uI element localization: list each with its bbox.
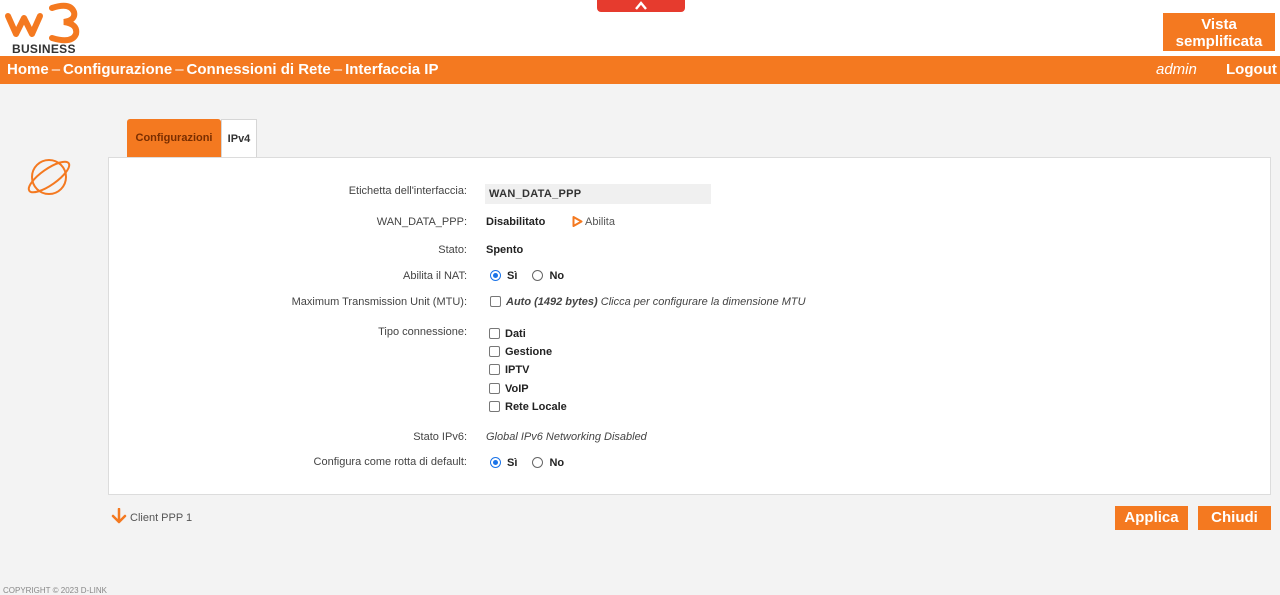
- state-label: Stato:: [438, 244, 467, 256]
- top-bar: BUSINESS Vista semplificata: [0, 0, 1280, 56]
- breadcrumb-configuration[interactable]: Configurazione: [63, 61, 172, 78]
- w3-logo-icon: [5, 2, 80, 44]
- connection-type-label: Tipo connessione:: [378, 326, 467, 338]
- default-route-options: Sì No: [490, 457, 564, 469]
- mtu-configure-link[interactable]: Clicca per configurare la dimensione MTU: [601, 296, 806, 308]
- nat-yes-radio[interactable]: [490, 270, 501, 281]
- client-ppp-link[interactable]: Client PPP 1: [111, 507, 193, 524]
- iptv-option-label: IPTV: [505, 364, 530, 376]
- connection-type-option: Gestione: [489, 346, 552, 358]
- breadcrumb-separator: –: [333, 61, 343, 78]
- username: admin: [1156, 61, 1197, 78]
- iptv-checkbox[interactable]: [489, 364, 500, 375]
- play-icon: [572, 216, 583, 227]
- ipv6-state-label: Stato IPv6:: [413, 431, 467, 443]
- local-network-option-label: Rete Locale: [505, 401, 567, 413]
- arrow-down-icon: [111, 507, 127, 524]
- voip-checkbox[interactable]: [489, 383, 500, 394]
- local-network-checkbox[interactable]: [489, 401, 500, 412]
- collapse-tab[interactable]: [597, 0, 685, 12]
- breadcrumb-home[interactable]: Home: [7, 61, 49, 78]
- default-route-label: Configura come rotta di default:: [313, 456, 467, 468]
- logo-text: BUSINESS: [12, 42, 76, 56]
- default-route-yes-radio[interactable]: [490, 457, 501, 468]
- logout-link[interactable]: Logout: [1226, 61, 1277, 78]
- nav-bar: Home – Configurazione – Connessioni di Rete –…: [0, 56, 1280, 84]
- mtu-options: Auto (1492 bytes) Clicca per configurare…: [490, 296, 806, 308]
- default-route-no-label: No: [549, 457, 565, 469]
- status-value: Disabilitato: [486, 216, 546, 228]
- brand-logo[interactable]: BUSINESS: [4, 2, 88, 56]
- data-checkbox[interactable]: [489, 328, 500, 339]
- default-route-yes-label: Sì: [507, 457, 518, 469]
- breadcrumb: Home – Configurazione – Connessioni di Rete –…: [7, 61, 438, 78]
- mtu-label: Maximum Transmission Unit (MTU):: [291, 296, 467, 308]
- default-route-no-radio[interactable]: [532, 457, 544, 468]
- nat-no-radio[interactable]: [532, 270, 544, 281]
- copyright: COPYRIGHT © 2023 D-LINK: [3, 586, 107, 595]
- connection-type-option: IPTV: [489, 364, 529, 376]
- mtu-auto-checkbox[interactable]: [490, 296, 501, 307]
- data-option-label: Dati: [505, 328, 526, 340]
- voip-option-label: VoIP: [505, 383, 529, 395]
- breadcrumb-network-connections[interactable]: Connessioni di Rete: [187, 61, 331, 78]
- connection-type-option: Rete Locale: [489, 401, 567, 413]
- state-value: Spento: [486, 244, 524, 256]
- breadcrumb-ip-interface[interactable]: Interfaccia IP: [345, 61, 438, 78]
- breadcrumb-separator: –: [175, 61, 184, 78]
- close-button[interactable]: Chiudi: [1198, 506, 1271, 530]
- breadcrumb-separator: –: [51, 61, 61, 78]
- nat-yes-label: Sì: [507, 270, 518, 282]
- nat-no-label: No: [549, 270, 565, 282]
- tab-configurations[interactable]: Configurazioni: [127, 119, 221, 157]
- nat-label: Abilita il NAT:: [403, 270, 467, 282]
- chevron-up-icon: [635, 1, 647, 10]
- client-ppp-label: Client PPP 1: [130, 512, 193, 524]
- interface-label-label: Etichetta dell'interfaccia:: [348, 185, 467, 197]
- interface-label-field[interactable]: WAN_DATA_PPP: [485, 184, 711, 204]
- management-option-label: Gestione: [505, 346, 553, 358]
- mtu-auto-label: Auto (1492 bytes): [506, 296, 598, 308]
- enable-label: Abilita: [585, 216, 615, 228]
- connection-type-option: VoIP: [489, 383, 529, 395]
- simple-view-button[interactable]: Vista semplificata: [1163, 13, 1275, 51]
- status-row-label: WAN_DATA_PPP:: [376, 216, 467, 228]
- connection-type-option: Dati: [489, 328, 526, 340]
- enable-link[interactable]: Abilita: [572, 216, 615, 228]
- nat-options: Sì No: [490, 270, 564, 282]
- management-checkbox[interactable]: [489, 346, 500, 357]
- tab-ipv4[interactable]: IPv4: [221, 119, 257, 157]
- apply-button[interactable]: Applica: [1115, 506, 1188, 530]
- ipv6-state-value: Global IPv6 Networking Disabled: [486, 431, 647, 443]
